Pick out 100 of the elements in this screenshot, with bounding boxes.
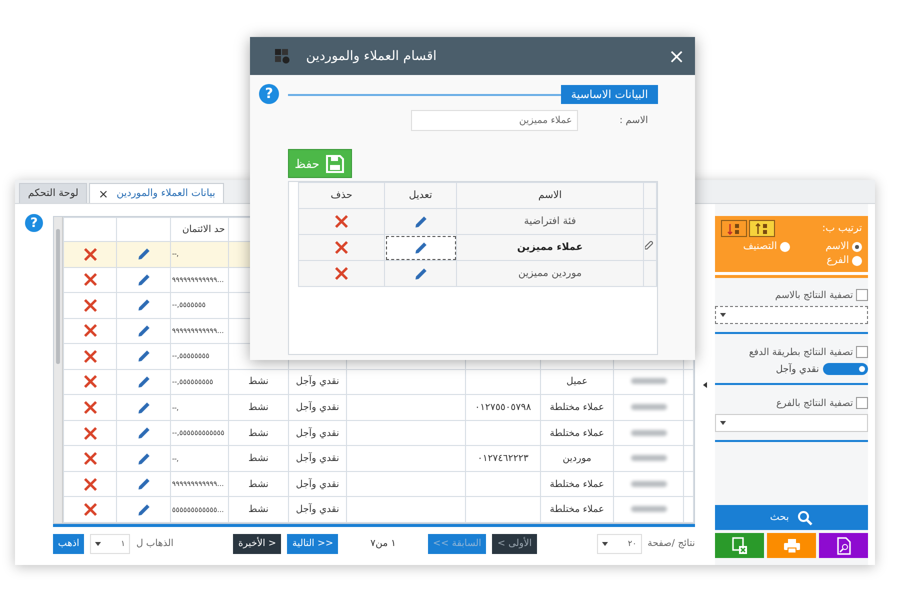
toggle-switch[interactable] <box>823 363 868 375</box>
spreadsheet-icon <box>732 536 748 554</box>
sort-icon <box>727 222 741 234</box>
toggle-label: نقدي وآجل <box>776 364 819 374</box>
pager-button[interactable]: التالية >> <box>287 534 338 554</box>
close-button[interactable]: × <box>668 46 685 66</box>
caret-icon <box>95 542 102 546</box>
delete-icon[interactable] <box>334 214 349 229</box>
caret-icon <box>720 313 726 317</box>
delete-icon[interactable] <box>82 348 98 364</box>
pencil-icon[interactable] <box>414 240 428 254</box>
table-cell: عملاء مميزين <box>517 242 583 253</box>
delete-icon[interactable] <box>334 266 349 281</box>
sort-label: ترتيب ب: <box>822 223 862 234</box>
grid-icon <box>274 48 290 64</box>
tab[interactable]: لوحة التحكم <box>19 183 88 203</box>
column-header: الاسم <box>538 190 562 201</box>
checkbox[interactable] <box>856 346 868 358</box>
table-cell: ٠١٢٧٤٦٢٢٢٣ <box>477 453 529 464</box>
sort-icon <box>755 222 769 234</box>
help-icon[interactable]: ? <box>25 214 43 232</box>
delete-icon[interactable] <box>82 426 98 441</box>
scrollbar[interactable] <box>54 217 63 523</box>
sort-radio[interactable]: الفرع <box>793 255 862 266</box>
table-cell: عملاء مختلطة <box>550 504 604 516</box>
excel-export-button[interactable] <box>715 533 764 558</box>
delete-icon[interactable] <box>82 323 98 338</box>
pencil-icon[interactable] <box>136 477 150 492</box>
pencil-icon[interactable] <box>136 400 150 415</box>
pencil-icon[interactable] <box>136 374 150 389</box>
table-cell: نقدي وآجل <box>296 478 340 490</box>
column-header: حذف <box>330 190 352 201</box>
delete-icon[interactable] <box>82 502 98 518</box>
pencil-icon[interactable] <box>136 272 150 287</box>
sort-button[interactable] <box>721 220 747 237</box>
delete-icon[interactable] <box>82 246 98 262</box>
sort-radio[interactable]: الاسم <box>793 241 862 252</box>
checkbox[interactable] <box>856 289 868 301</box>
section-tab[interactable]: البيانات الاساسية <box>561 85 658 104</box>
page-size-select[interactable]: ٢٠ <box>596 534 642 554</box>
pencil-icon[interactable] <box>136 298 150 312</box>
go-button[interactable]: اذهب <box>53 534 84 554</box>
pencil-icon[interactable] <box>136 452 150 466</box>
pencil-icon[interactable] <box>136 349 150 364</box>
tab[interactable]: بيانات العملاء والموردين × <box>89 183 224 203</box>
help-icon[interactable]: ? <box>259 84 279 104</box>
table-cell: نشط <box>248 504 269 516</box>
pencil-icon[interactable] <box>136 426 150 440</box>
table-cell: نشط <box>248 478 269 490</box>
caret-icon <box>602 542 608 546</box>
pager-button[interactable]: الأخيرة > <box>233 534 282 554</box>
pencil-icon[interactable] <box>136 247 150 262</box>
page-info: ١ من٧ <box>370 538 396 549</box>
delete-icon[interactable] <box>82 451 98 466</box>
dropdown[interactable] <box>715 306 868 324</box>
search-button[interactable]: بحث <box>715 505 868 530</box>
filter-label: تصفية النتائج بطريقة الدفع <box>749 346 853 358</box>
close-tab-icon[interactable]: × <box>98 186 108 200</box>
table-cell: نشط <box>248 376 269 388</box>
delete-icon[interactable] <box>82 400 98 416</box>
filter-label: تصفية النتائج بالاسم <box>775 290 853 300</box>
name-field[interactable]: عملاء مميزين <box>411 110 578 131</box>
table-cell: نشط <box>248 402 269 414</box>
goto-label: الذهاب ل <box>136 538 174 549</box>
delete-icon[interactable] <box>82 272 98 288</box>
delete-icon[interactable] <box>334 240 349 255</box>
pencil-icon[interactable] <box>414 214 428 228</box>
table-cell: ٠١٢٧٥٥٠٥٧٩٨ <box>474 402 532 414</box>
page-size-label: نتائج /صفحة <box>648 538 696 549</box>
dialog-title: اقسام العملاء والموردين <box>306 48 437 64</box>
delete-icon[interactable] <box>82 476 98 492</box>
table-cell: نقدي وآجل <box>296 428 340 439</box>
table-cell: نشط <box>248 453 269 464</box>
sort-button[interactable] <box>749 220 775 237</box>
search-icon <box>797 510 814 526</box>
filter-label: تصفية النتائج بالفرع <box>776 398 853 408</box>
table-cell: نشط <box>248 428 269 439</box>
document-search-icon <box>836 536 852 554</box>
caret-icon <box>720 421 726 425</box>
name-label: الاسم : <box>618 115 649 126</box>
table-cell: عميل <box>566 376 588 388</box>
expand-arrow-icon[interactable] <box>703 382 707 388</box>
table-cell: عملاء مختلطة <box>550 428 604 439</box>
delete-icon[interactable] <box>82 298 98 313</box>
table-cell: عملاء مختلطة <box>550 478 604 490</box>
table-cell: نقدي وآجل <box>296 402 340 414</box>
pencil-icon[interactable] <box>414 266 428 280</box>
table-cell: نقدي وآجل <box>296 504 340 516</box>
save-button[interactable]: حفظ <box>288 149 352 178</box>
sort-radio[interactable]: التصنيف <box>721 241 790 252</box>
pencil-icon[interactable] <box>136 324 150 338</box>
pencil-icon[interactable] <box>136 502 150 517</box>
table-cell: فئة افتراضية <box>524 216 576 227</box>
delete-icon[interactable] <box>82 374 98 390</box>
table-cell: نقدي وآجل <box>296 376 340 388</box>
checkbox[interactable] <box>856 397 868 409</box>
page-select[interactable]: ١ <box>90 534 130 554</box>
pdf-search-button[interactable] <box>819 533 868 558</box>
table-cell: موردين مميزين <box>518 268 582 279</box>
table-cell: موردين <box>562 453 592 464</box>
